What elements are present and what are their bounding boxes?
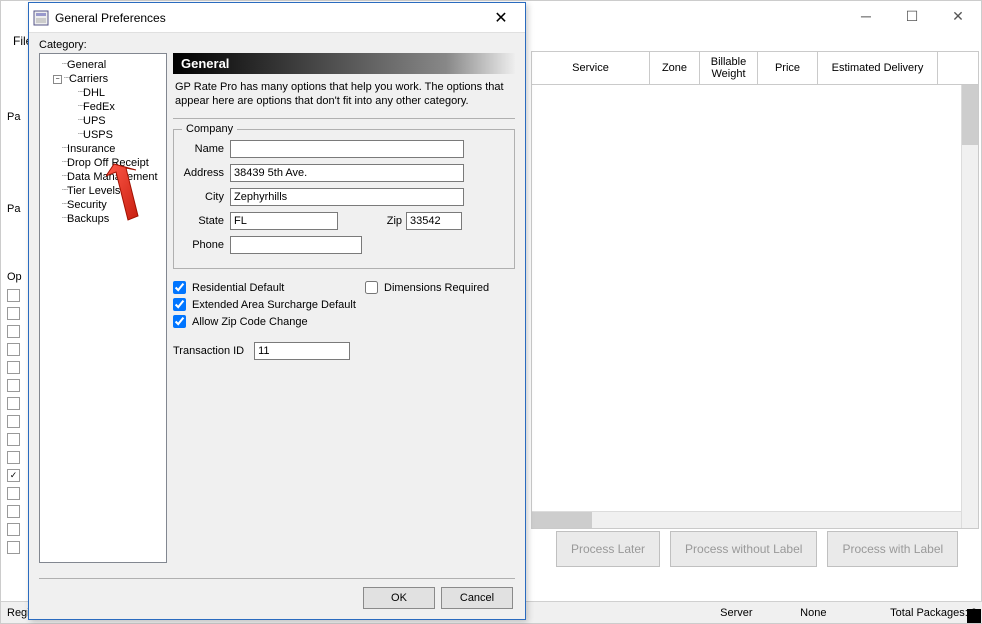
checkbox-partial[interactable] xyxy=(7,307,20,320)
checkbox-partial[interactable] xyxy=(7,505,20,518)
footer-divider xyxy=(39,578,515,579)
vertical-scrollbar[interactable] xyxy=(961,85,978,528)
checkbox-partial[interactable] xyxy=(7,541,20,554)
state-input[interactable] xyxy=(230,212,338,230)
section-description: GP Rate Pro has many options that help y… xyxy=(173,74,515,114)
checkbox-partial[interactable] xyxy=(7,379,20,392)
transaction-id-label: Transaction ID xyxy=(173,345,254,357)
name-input[interactable] xyxy=(230,140,464,158)
divider xyxy=(173,118,515,119)
company-legend: Company xyxy=(182,123,237,135)
tree-tierlevels[interactable]: ┈Tier Levels xyxy=(42,184,164,198)
resize-grip[interactable] xyxy=(967,609,981,623)
action-buttons: Process Later Process without Label Proc… xyxy=(556,531,958,567)
tree-backups[interactable]: ┈Backups xyxy=(42,212,164,226)
options-label: Op xyxy=(1,271,22,283)
process-with-label-button[interactable]: Process with Label xyxy=(827,531,958,567)
cancel-button[interactable]: Cancel xyxy=(441,587,513,609)
category-label: Category: xyxy=(39,39,515,51)
state-label: State xyxy=(182,215,230,227)
tree-fedex[interactable]: ┈FedEx xyxy=(42,100,164,114)
horizontal-scrollbar[interactable] xyxy=(532,511,961,528)
th-price[interactable]: Price xyxy=(758,52,818,84)
section-header: General xyxy=(173,53,515,74)
tree-usps[interactable]: ┈USPS xyxy=(42,128,164,142)
status-total-packages: Total Packages: 0 xyxy=(890,607,977,619)
zip-label: Zip xyxy=(378,215,406,227)
ok-button[interactable]: OK xyxy=(363,587,435,609)
close-button[interactable]: ✕ xyxy=(935,1,981,31)
address-label: Address xyxy=(182,167,230,179)
extended-checkbox[interactable]: Extended Area Surcharge Default xyxy=(173,298,365,311)
dialog-close-button[interactable]: ✕ xyxy=(481,4,521,32)
th-service[interactable]: Service xyxy=(532,52,650,84)
preferences-dialog: General Preferences ✕ Category: ┈General… xyxy=(28,2,526,620)
checkbox-partial[interactable] xyxy=(7,415,20,428)
checkbox-partial[interactable] xyxy=(7,289,20,302)
dimensions-checkbox[interactable]: Dimensions Required xyxy=(365,281,515,294)
th-billable[interactable]: Billable Weight xyxy=(700,52,758,84)
status-server-label: Server xyxy=(720,607,800,619)
checkbox-partial[interactable] xyxy=(7,343,20,356)
tree-security[interactable]: ┈Security xyxy=(42,198,164,212)
tree-datamgmt[interactable]: ┈Data Management xyxy=(42,170,164,184)
process-later-button[interactable]: Process Later xyxy=(556,531,660,567)
checkbox-partial[interactable] xyxy=(7,433,20,446)
settings-panel: General GP Rate Pro has many options tha… xyxy=(173,53,515,563)
table-body xyxy=(531,85,979,529)
tree-general[interactable]: ┈General xyxy=(42,58,164,72)
name-label: Name xyxy=(182,143,230,155)
tree-insurance[interactable]: ┈Insurance xyxy=(42,142,164,156)
checkbox-partial[interactable] xyxy=(7,523,20,536)
scroll-corner xyxy=(938,52,955,84)
city-label: City xyxy=(182,191,230,203)
th-zone[interactable]: Zone xyxy=(650,52,700,84)
address-input[interactable] xyxy=(230,164,464,182)
collapse-icon[interactable]: − xyxy=(53,75,62,84)
left-panel-partial: Pa Pa xyxy=(1,51,31,223)
checkbox-partial[interactable]: ✓ xyxy=(7,469,20,482)
checkbox-partial[interactable] xyxy=(7,487,20,500)
city-input[interactable] xyxy=(230,188,464,206)
transaction-id-input[interactable] xyxy=(254,342,350,360)
left-checkboxes: ✓ xyxy=(7,289,20,559)
process-without-label-button[interactable]: Process without Label xyxy=(670,531,817,567)
checkbox-partial[interactable] xyxy=(7,397,20,410)
results-table: Service Zone Billable Weight Price Estim… xyxy=(531,51,979,529)
checkbox-partial[interactable] xyxy=(7,361,20,374)
status-server-value: None xyxy=(800,607,890,619)
tree-dhl[interactable]: ┈DHL xyxy=(42,86,164,100)
tree-dropoff[interactable]: ┈Drop Off Receipt xyxy=(42,156,164,170)
company-fieldset: Company Name Address City State xyxy=(173,129,515,269)
dialog-footer: OK Cancel xyxy=(363,587,513,609)
dialog-title: General Preferences xyxy=(55,11,481,25)
app-icon xyxy=(33,10,49,26)
minimize-button[interactable]: ─ xyxy=(843,1,889,31)
zip-input[interactable] xyxy=(406,212,462,230)
phone-label: Phone xyxy=(182,239,230,251)
maximize-button[interactable]: ☐ xyxy=(889,1,935,31)
tree-carriers[interactable]: −┈Carriers xyxy=(42,72,164,86)
th-estimated[interactable]: Estimated Delivery xyxy=(818,52,938,84)
dialog-titlebar[interactable]: General Preferences ✕ xyxy=(29,3,525,33)
residential-checkbox[interactable]: Residential Default xyxy=(173,281,365,294)
tree-ups[interactable]: ┈UPS xyxy=(42,114,164,128)
allowzip-checkbox[interactable]: Allow Zip Code Change xyxy=(173,315,365,328)
category-tree[interactable]: ┈General −┈Carriers ┈DHL ┈FedEx ┈UPS ┈US… xyxy=(39,53,167,563)
checkbox-partial[interactable] xyxy=(7,451,20,464)
checkbox-partial[interactable] xyxy=(7,325,20,338)
phone-input[interactable] xyxy=(230,236,362,254)
